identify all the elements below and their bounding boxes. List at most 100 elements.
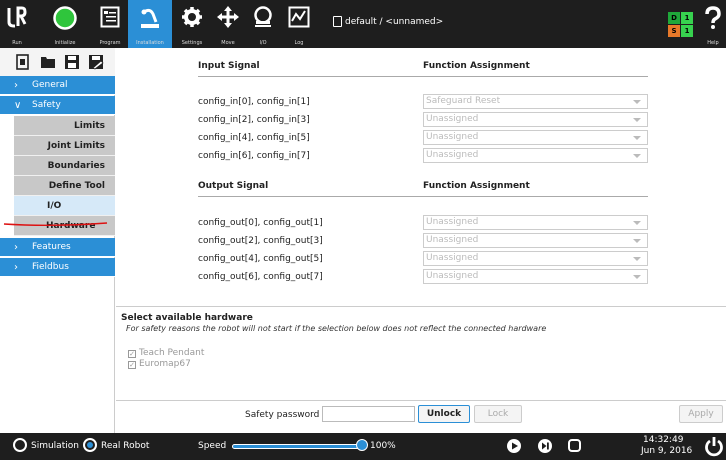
output-signal-label: config_out[6], config_out[7] bbox=[198, 272, 323, 282]
input-signal-header: Input Signal bbox=[198, 61, 260, 71]
speed-label: Speed bbox=[198, 441, 227, 451]
nav-safety-label: Safety bbox=[32, 100, 61, 110]
help-label: Help bbox=[707, 40, 719, 46]
real-robot-radio[interactable] bbox=[83, 438, 97, 452]
nav-features[interactable]: › Features bbox=[0, 238, 115, 257]
nav-general[interactable]: › General bbox=[0, 76, 115, 95]
top-toolbar: Run Initialize Program Installation Sett… bbox=[0, 0, 726, 48]
output-signal-label: config_out[2], config_out[3] bbox=[198, 236, 323, 246]
output-function-select[interactable]: Unassigned bbox=[423, 215, 648, 230]
settings-label: Settings bbox=[181, 40, 203, 46]
input-function-header: Function Assignment bbox=[423, 61, 530, 71]
nav-define-tool-label: Define Tool bbox=[48, 181, 105, 191]
safety-io-indicator[interactable]: D 1 S 1 bbox=[668, 12, 694, 38]
output-function-select[interactable]: Unassigned bbox=[423, 269, 648, 284]
io-icon bbox=[254, 6, 272, 27]
save-icon[interactable] bbox=[64, 54, 80, 70]
input-header-divider bbox=[198, 76, 648, 77]
nav-safety-hardware[interactable]: Hardware bbox=[3, 216, 115, 236]
nav-safety-limits[interactable]: Limits bbox=[14, 116, 115, 136]
safety-password-input[interactable] bbox=[322, 406, 415, 422]
stop-button[interactable] bbox=[568, 439, 581, 452]
output-function-header: Function Assignment bbox=[423, 181, 530, 191]
nav-fieldbus[interactable]: › Fieldbus bbox=[0, 258, 115, 277]
log-chart-icon bbox=[288, 6, 310, 28]
speed-slider-track[interactable] bbox=[232, 444, 362, 449]
select-value: Unassigned bbox=[426, 235, 479, 245]
indicator-s: S bbox=[668, 25, 680, 37]
step-button[interactable] bbox=[538, 439, 552, 453]
chevron-right-icon: › bbox=[14, 262, 18, 273]
input-signal-label: config_in[2], config_in[3] bbox=[198, 115, 310, 125]
nav-safety-joint-limits[interactable]: Joint Limits bbox=[14, 136, 115, 156]
program-label: Program bbox=[99, 40, 121, 46]
play-button[interactable] bbox=[507, 439, 521, 453]
dropdown-arrow-icon bbox=[633, 136, 641, 140]
new-file-icon[interactable] bbox=[15, 54, 31, 70]
input-signal-label: config_in[4], config_in[5] bbox=[198, 133, 310, 143]
installation-button[interactable]: Installation bbox=[128, 0, 172, 48]
red-strike-annotation bbox=[3, 222, 108, 226]
safety-password-bar: Safety password Unlock Lock Apply bbox=[116, 400, 726, 428]
file-title: default / <unnamed> bbox=[345, 17, 444, 27]
simulation-radio[interactable] bbox=[13, 438, 27, 452]
speed-slider-knob[interactable] bbox=[356, 439, 368, 451]
hardware-note: For safety reasons the robot will not st… bbox=[126, 324, 547, 333]
program-button[interactable]: Program bbox=[94, 0, 126, 48]
log-label: Log bbox=[294, 40, 304, 46]
unlock-button[interactable]: Unlock bbox=[418, 405, 470, 423]
run-button[interactable]: Run bbox=[0, 0, 34, 48]
save-as-icon[interactable] bbox=[88, 54, 104, 70]
nav-safety-io[interactable]: I/O bbox=[14, 196, 115, 216]
euromap67-checkbox[interactable]: ✓ Euromap67 bbox=[128, 359, 191, 369]
log-button[interactable]: Log bbox=[283, 0, 315, 48]
apply-button[interactable]: Apply bbox=[679, 405, 723, 423]
settings-button[interactable]: Settings bbox=[176, 0, 208, 48]
input-function-select[interactable]: Safeguard Reset bbox=[423, 94, 648, 109]
nav-safety-boundaries[interactable]: Boundaries bbox=[14, 156, 115, 176]
dropdown-arrow-icon bbox=[633, 257, 641, 261]
move-button[interactable]: Move bbox=[212, 0, 244, 48]
nav-safety[interactable]: ∨ Safety bbox=[0, 96, 115, 115]
input-signal-label: config_in[0], config_in[1] bbox=[198, 97, 310, 107]
help-button[interactable]: Help bbox=[700, 0, 726, 48]
input-function-select[interactable]: Unassigned bbox=[423, 148, 648, 163]
run-label: Run bbox=[12, 40, 22, 46]
dropdown-arrow-icon bbox=[633, 239, 641, 243]
output-signal-header: Output Signal bbox=[198, 181, 269, 191]
output-signal-label: config_out[0], config_out[1] bbox=[198, 218, 323, 228]
ur-logo-icon bbox=[7, 6, 27, 28]
initialize-button[interactable]: Initialize bbox=[45, 0, 85, 48]
output-function-select[interactable]: Unassigned bbox=[423, 251, 648, 266]
input-function-select[interactable]: Unassigned bbox=[423, 130, 648, 145]
play-icon bbox=[512, 442, 518, 450]
nav-features-label: Features bbox=[32, 242, 71, 252]
lock-button[interactable]: Lock bbox=[474, 405, 522, 423]
euromap67-label: Euromap67 bbox=[139, 359, 191, 369]
installation-icon bbox=[141, 8, 159, 28]
select-value: Unassigned bbox=[426, 217, 479, 227]
select-value: Unassigned bbox=[426, 150, 479, 160]
program-icon bbox=[100, 6, 120, 28]
nav-boundaries-label: Boundaries bbox=[47, 161, 105, 171]
output-function-select[interactable]: Unassigned bbox=[423, 233, 648, 248]
help-icon bbox=[705, 6, 721, 29]
nav-joint-limits-label: Joint Limits bbox=[47, 141, 105, 151]
nav-fieldbus-label: Fieldbus bbox=[32, 262, 69, 272]
stop-icon bbox=[570, 441, 579, 450]
status-bar: Simulation Real Robot Speed 100% 14:32:4… bbox=[0, 433, 726, 460]
teach-pendant-checkbox[interactable]: ✓ Teach Pendant bbox=[128, 348, 204, 358]
indicator-d-value: 1 bbox=[681, 12, 693, 24]
select-value: Safeguard Reset bbox=[426, 96, 501, 106]
chevron-right-icon: › bbox=[14, 242, 18, 253]
input-function-select[interactable]: Unassigned bbox=[423, 112, 648, 127]
nav-safety-define-tool[interactable]: Define Tool bbox=[14, 176, 115, 196]
safety-password-label: Safety password bbox=[245, 410, 320, 420]
input-signal-label: config_in[6], config_in[7] bbox=[198, 151, 310, 161]
power-off-icon[interactable] bbox=[704, 436, 724, 457]
open-folder-icon[interactable] bbox=[40, 54, 56, 70]
dropdown-arrow-icon bbox=[633, 221, 641, 225]
file-icon bbox=[333, 16, 342, 27]
indicator-d: D bbox=[668, 12, 680, 24]
io-button[interactable]: I/O bbox=[247, 0, 279, 48]
